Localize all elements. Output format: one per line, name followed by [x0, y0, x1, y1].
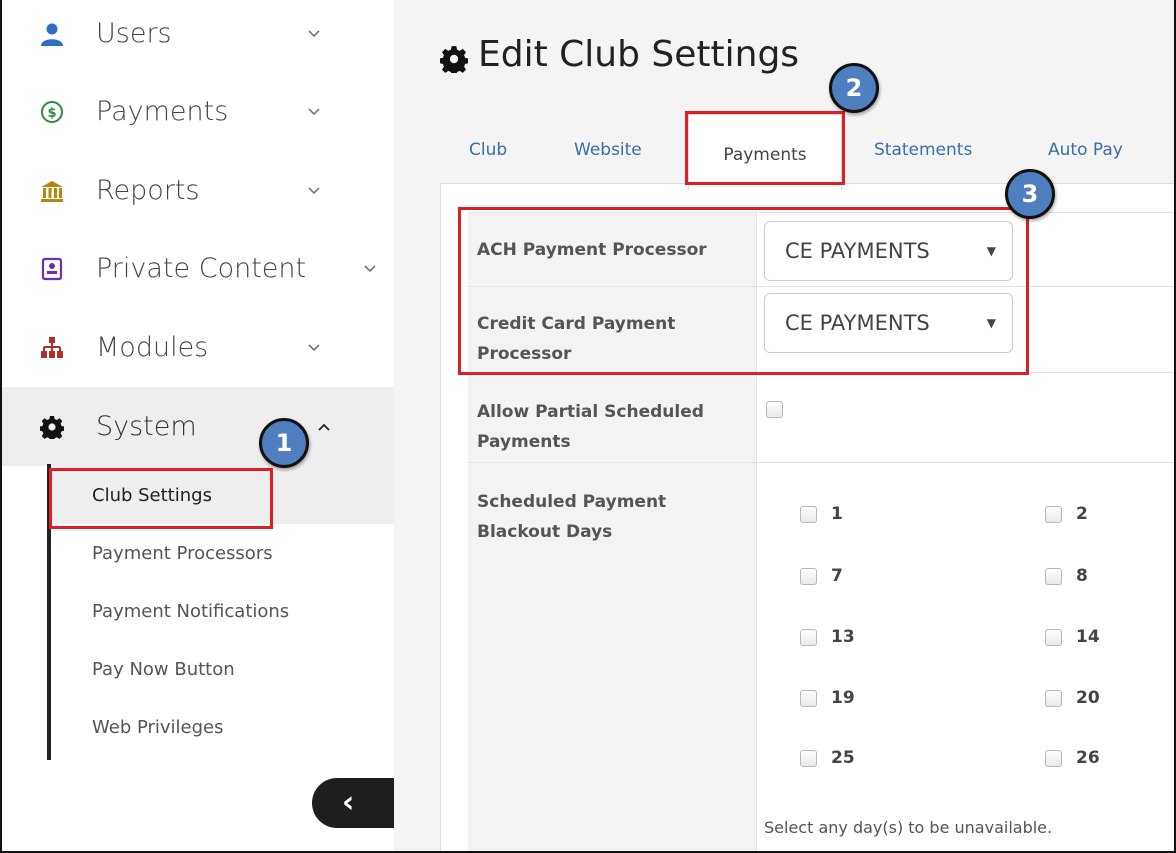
sidebar-item-label: Reports	[96, 175, 200, 206]
sidebar-item-label: Users	[96, 18, 172, 49]
chevron-down-icon	[306, 340, 322, 356]
allow-partial-checkbox[interactable]	[766, 401, 783, 418]
tab-statements[interactable]: Statements	[874, 140, 972, 160]
day-label: 20	[1076, 688, 1100, 708]
day-checkbox[interactable]	[800, 505, 817, 523]
sidebar-item-private-content[interactable]: Private Content	[2, 229, 394, 308]
chevron-down-icon	[306, 104, 322, 120]
blackout-day-option[interactable]: 2	[1045, 504, 1088, 524]
chevron-left-icon: ‹	[342, 785, 355, 820]
blackout-label-line1: Scheduled Payment	[477, 492, 667, 512]
allow-partial-row: Allow Partial Scheduled Payments	[468, 372, 1174, 462]
page-title-text: Edit Club Settings	[478, 34, 800, 75]
blackout-day-option[interactable]: 8	[1045, 566, 1088, 586]
day-checkbox[interactable]	[1045, 567, 1062, 585]
gear-icon	[40, 415, 64, 439]
id-card-icon	[40, 257, 64, 281]
svg-text:$: $	[47, 106, 56, 121]
tab-auto-pay[interactable]: Auto Pay	[1048, 140, 1123, 160]
day-checkbox[interactable]	[1045, 628, 1062, 646]
gear-icon	[439, 41, 469, 76]
sidebar-item-payments[interactable]: $ Payments	[2, 72, 394, 151]
submenu-item-web-privileges[interactable]: Web Privileges	[51, 698, 394, 756]
day-label: 14	[1076, 627, 1100, 647]
allow-partial-label-line1: Allow Partial Scheduled	[477, 402, 704, 422]
submenu-item-payment-processors[interactable]: Payment Processors	[51, 524, 394, 582]
sidebar-item-system[interactable]: System	[2, 387, 394, 466]
day-label: 13	[831, 627, 855, 647]
sidebar-item-modules[interactable]: Modules	[2, 308, 394, 387]
screenshot-frame: Users $ Payments Reports Private Content…	[0, 0, 1176, 853]
day-checkbox[interactable]	[800, 628, 817, 646]
allow-partial-label-line2: Payments	[477, 432, 571, 452]
chevron-down-icon	[362, 261, 378, 277]
sidebar-item-label: System	[96, 411, 197, 442]
annotation-highlight-processors	[458, 207, 1029, 375]
bank-icon	[40, 179, 64, 203]
blackout-day-option[interactable]: 1	[800, 504, 843, 524]
user-icon	[40, 22, 64, 46]
sidebar-item-reports[interactable]: Reports	[2, 151, 394, 230]
sidebar-item-label: Private Content	[96, 253, 307, 284]
sidebar-item-users[interactable]: Users	[2, 0, 394, 73]
chevron-up-icon	[316, 419, 332, 435]
tab-club[interactable]: Club	[469, 140, 507, 160]
day-checkbox[interactable]	[1045, 505, 1062, 523]
tab-website[interactable]: Website	[574, 140, 642, 160]
page-title: Edit Club Settings	[439, 34, 800, 76]
sidebar: Users $ Payments Reports Private Content…	[2, 0, 402, 851]
submenu-item-label: Payment Processors	[92, 542, 273, 564]
day-label: 8	[1076, 566, 1088, 586]
day-label: 26	[1076, 748, 1100, 768]
collapse-sidebar-button[interactable]: ‹	[312, 778, 402, 828]
day-label: 7	[831, 566, 843, 586]
blackout-day-option[interactable]: 14	[1045, 627, 1100, 647]
annotation-marker-3: 3	[1005, 169, 1055, 219]
row-label-cell: Allow Partial Scheduled Payments	[468, 373, 757, 462]
day-label: 25	[831, 748, 855, 768]
sidebar-item-label: Payments	[96, 96, 229, 127]
annotation-marker-2: 2	[829, 63, 879, 113]
annotation-marker-1: 1	[259, 418, 309, 468]
blackout-day-option[interactable]: 19	[800, 688, 855, 708]
blackout-day-option[interactable]: 13	[800, 627, 855, 647]
day-checkbox[interactable]	[800, 689, 817, 707]
dollar-circle-icon: $	[40, 100, 64, 124]
chevron-down-icon	[306, 26, 322, 42]
submenu-item-label: Pay Now Button	[92, 658, 235, 680]
blackout-label-line2: Blackout Days	[477, 522, 613, 542]
day-label: 19	[831, 688, 855, 708]
submenu-item-label: Web Privileges	[92, 716, 224, 738]
chevron-down-icon	[306, 183, 322, 199]
annotation-highlight-club-settings	[49, 468, 273, 529]
submenu-item-pay-now-button[interactable]: Pay Now Button	[51, 640, 394, 698]
day-checkbox[interactable]	[800, 749, 817, 767]
submenu-item-payment-notifications[interactable]: Payment Notifications	[51, 582, 394, 640]
day-checkbox[interactable]	[800, 567, 817, 585]
blackout-day-option[interactable]: 7	[800, 566, 843, 586]
blackout-day-option[interactable]: 26	[1045, 748, 1100, 768]
sitemap-icon	[40, 336, 64, 360]
day-checkbox[interactable]	[1045, 749, 1062, 767]
day-label: 2	[1076, 504, 1088, 524]
sidebar-item-label: Modules	[96, 332, 209, 363]
submenu-item-label: Payment Notifications	[92, 600, 290, 622]
annotation-highlight-payments-tab	[685, 111, 845, 185]
day-checkbox[interactable]	[1045, 689, 1062, 707]
row-label-cell: Scheduled Payment Blackout Days	[468, 463, 757, 851]
blackout-help-text: Select any day(s) to be unavailable.	[764, 818, 1053, 837]
blackout-day-option[interactable]: 25	[800, 748, 855, 768]
day-label: 1	[831, 504, 843, 524]
blackout-day-option[interactable]: 20	[1045, 688, 1100, 708]
